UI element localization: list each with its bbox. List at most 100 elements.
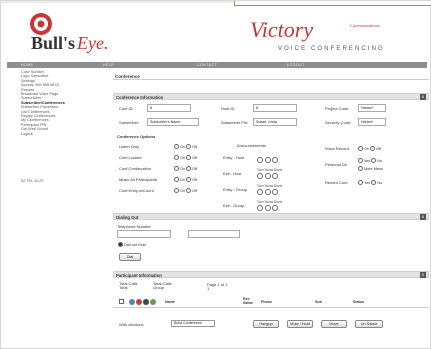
hangup-button[interactable]: Hangup <box>253 320 279 328</box>
radio-on[interactable] <box>174 144 179 149</box>
conference-options-header: Conference Options <box>117 134 156 139</box>
radio-on[interactable] <box>174 155 179 160</box>
col-phone[interactable]: Phone <box>261 300 272 304</box>
bullseye-logo[interactable]: Bull's Eye. <box>27 7 177 63</box>
radio-yes[interactable] <box>358 158 363 163</box>
radio-no[interactable] <box>371 180 377 185</box>
radio-on[interactable] <box>358 146 363 151</box>
collapse-icon[interactable]: x <box>420 214 426 220</box>
dialing-out-header[interactable]: Dialing Out x <box>113 213 429 220</box>
collapse-icon[interactable]: x <box>420 272 426 278</box>
telephone-label: Telephone Number <box>117 224 151 229</box>
radio-no[interactable] <box>371 158 377 163</box>
radio-tone[interactable] <box>257 189 263 195</box>
radio-dial-out-host[interactable] <box>118 242 123 247</box>
dial-button[interactable]: Dial <box>119 253 141 261</box>
exit-group-label: Exit - Group <box>223 203 245 208</box>
select-all-checkbox[interactable] <box>119 299 124 304</box>
voice-record-radios[interactable]: On Off <box>357 146 381 151</box>
collapse-icon[interactable]: x <box>420 94 426 100</box>
radio-tone[interactable] <box>257 157 263 163</box>
record-conf-radios[interactable]: Yes No <box>357 180 382 185</box>
participant-info-header[interactable]: Participant Information x <box>113 271 429 278</box>
group-calls-label: Total Calls Group <box>153 281 172 291</box>
with-checked-label: With checked: <box>119 322 145 327</box>
radio-off[interactable] <box>186 177 192 182</box>
victory-name: Victory <box>250 17 314 42</box>
entry-host-label: Entry - Host <box>223 155 245 160</box>
conf-locked-radios[interactable]: On Off <box>173 155 197 160</box>
radio-name[interactable] <box>264 189 271 195</box>
conf-continuation-label: Conf Continuation <box>119 166 152 171</box>
radio-tone[interactable] <box>257 173 263 179</box>
nav-home[interactable]: HOME <box>21 63 34 67</box>
music-all-radios[interactable]: On Off <box>173 177 197 182</box>
radio-off[interactable] <box>186 155 192 160</box>
voice-record-label: Voice Record <box>325 146 349 151</box>
announcements-label: Announcements <box>237 143 266 148</box>
conf-id-field[interactable]: 8 <box>147 104 191 112</box>
radio-on[interactable] <box>174 177 179 182</box>
subscriber-field[interactable]: Subscriber's Name <box>147 118 199 126</box>
move-button[interactable]: Move <box>321 320 347 328</box>
telephone-field[interactable] <box>117 230 171 238</box>
mute-hold-button[interactable]: Mute / Hold <box>287 320 313 328</box>
subscriber-label: Subscriber: <box>119 120 140 125</box>
radio-off[interactable] <box>370 146 376 151</box>
radio-name[interactable] <box>264 157 271 163</box>
col-sub[interactable]: Sub <box>315 300 322 304</box>
app-window: Bull's Eye. Victory Communications VOICE… <box>0 0 431 349</box>
sidebar-status: 02 TEL 10-07 <box>21 179 44 183</box>
victory-logo: Victory Communications VOICE CONFERENCIN… <box>230 6 426 61</box>
main-content: Conference Conference Information x Conf… <box>113 70 429 345</box>
unselect-button[interactable]: Un Select <box>355 320 383 328</box>
personal-dir-radios[interactable]: Yes No <box>357 158 382 163</box>
page-number: 1 <box>207 286 210 291</box>
phone-icon[interactable] <box>129 299 135 305</box>
conference-info-header[interactable]: Conference Information x <box>113 93 429 100</box>
svg-text:Eye.: Eye. <box>76 33 108 53</box>
victory-logo-box: Victory Communications <box>230 15 426 42</box>
user-icon[interactable] <box>150 299 156 305</box>
radio-off[interactable] <box>186 166 192 171</box>
nav-logout[interactable]: LOGOUT <box>287 63 305 67</box>
action-select[interactable]: Build Conference <box>171 320 215 327</box>
dial-out-host-option[interactable]: Dial out Host <box>117 242 146 247</box>
entry-group-label: Entry - Group <box>223 187 248 192</box>
col-rec-name[interactable]: Rec Name <box>243 297 257 305</box>
nav-help[interactable]: HELP <box>103 63 114 67</box>
col-name[interactable]: Name <box>165 300 175 304</box>
record-icon[interactable] <box>136 299 142 305</box>
participant-table-header: Name Rec Name Phone Sub Status <box>113 296 429 308</box>
radio-name[interactable] <box>264 173 271 179</box>
radio-off[interactable] <box>186 144 192 149</box>
radio-on[interactable] <box>174 166 179 171</box>
sidebar-item[interactable]: Logout <box>21 132 109 136</box>
record-conf-label: Record Conf <box>325 180 348 185</box>
project-code-field[interactable]: Harlan* <box>358 104 386 112</box>
voice-conferencing-label: VOICE CONFERENCING <box>278 46 385 52</box>
project-code-label: Project Code: <box>325 106 350 111</box>
subscriber-pin-field[interactable]: Sultan, Linda <box>253 118 297 126</box>
radio-on[interactable] <box>174 188 179 193</box>
mute-icon[interactable] <box>143 299 149 305</box>
conf-id-label: Conf ID: <box>119 106 134 111</box>
radio-more-menu[interactable] <box>358 166 363 171</box>
radio-name[interactable] <box>264 205 271 211</box>
radio-blank[interactable] <box>272 189 278 195</box>
conf-continuation-radios[interactable]: On Off <box>173 166 197 171</box>
col-status[interactable]: Status <box>353 300 364 304</box>
telephone-field-2[interactable] <box>188 230 240 238</box>
radio-off[interactable] <box>186 188 192 193</box>
radio-yes[interactable] <box>358 180 363 185</box>
radio-blank[interactable] <box>272 205 278 211</box>
conf-entry-radios[interactable]: On Off <box>173 188 197 193</box>
radio-tone[interactable] <box>257 205 263 211</box>
listen-only-radios[interactable]: On Off <box>173 144 197 149</box>
more-menu-radio[interactable]: More Menu <box>357 166 383 171</box>
nav-contact[interactable]: CONTACT <box>197 63 217 67</box>
radio-blank[interactable] <box>272 157 278 163</box>
host-id-field[interactable]: 8 <box>253 104 297 112</box>
radio-blank[interactable] <box>272 173 278 179</box>
security-code-field[interactable]: Harlan* <box>358 118 386 126</box>
